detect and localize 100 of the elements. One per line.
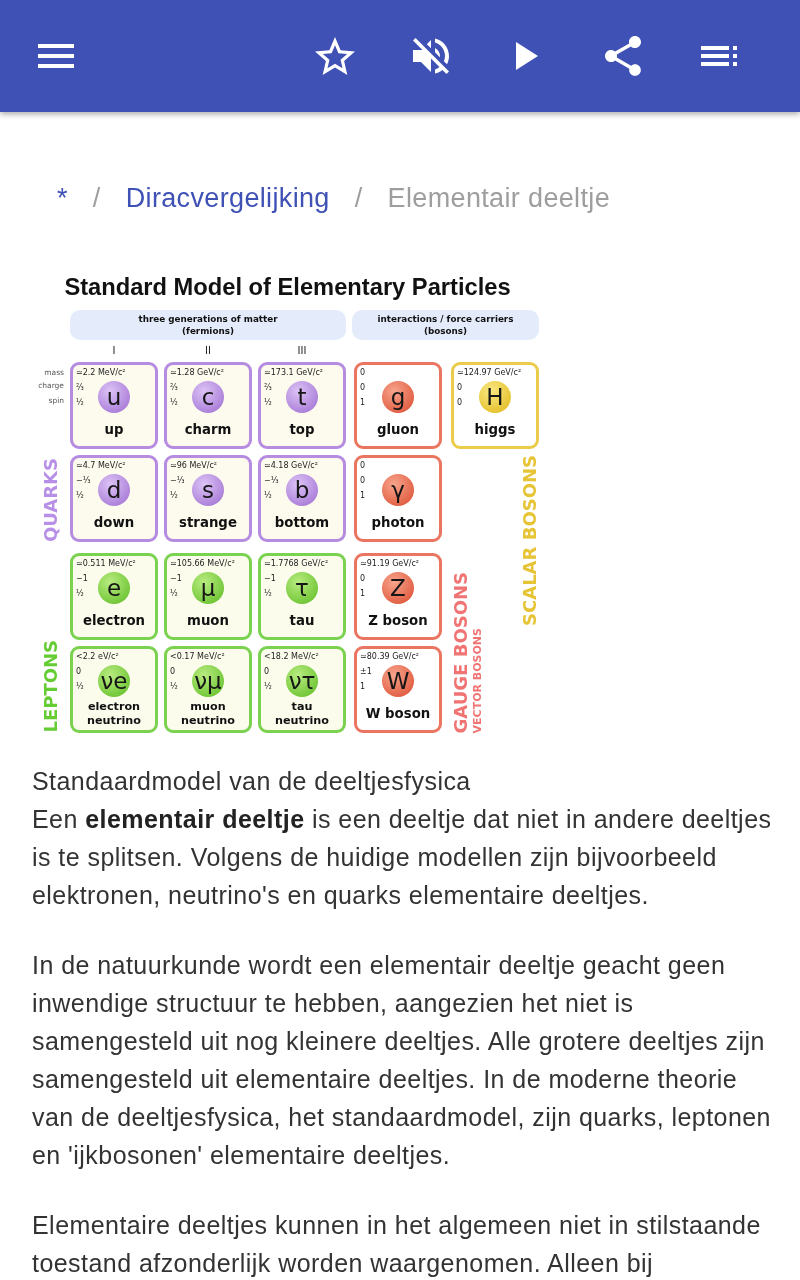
mass-value: ≃2.2 MeV/c² (76, 367, 126, 378)
diagram-title: Standard Model of Elementary Particles (64, 274, 511, 300)
mass-value: <0.17 MeV/c² (170, 651, 225, 662)
group-sublabel: (bosons) (423, 325, 468, 337)
charge-value: −1 (264, 573, 276, 585)
spin-value: ½ (264, 397, 272, 409)
charge-value: −1 (76, 573, 88, 585)
mass-value: ≃1.7768 GeV/c² (264, 558, 329, 569)
charge-value: 0 (170, 666, 176, 678)
paragraph: Elementaire deeltjes kunnen in het algemeen niet in stilstaande toestand afzonderlijk worden waargenomen. Alleen bij (32, 1210, 762, 1279)
breadcrumb-separator: / (354, 182, 363, 215)
breadcrumb-separator: / (92, 182, 101, 215)
charge-value: 0 (457, 382, 463, 394)
mass-value: ≃105.66 MeV/c² (170, 558, 235, 569)
particle-symbol: νμ (192, 665, 224, 697)
particle-symbol: ντ (286, 665, 318, 697)
group-label: interactions / force carriers (377, 313, 514, 325)
particle-symbol: s (192, 474, 224, 506)
spin-value: ½ (76, 490, 84, 502)
mass-value: <18.2 MeV/c² (264, 651, 319, 662)
particle-name: Z boson (368, 612, 428, 628)
spin-value: ½ (264, 681, 272, 693)
category-label: SCALAR BOSONS (521, 455, 539, 626)
particle-name: strange (179, 514, 237, 530)
spin-value: ½ (76, 681, 84, 693)
breadcrumb-link[interactable]: Diracvergelijking (125, 180, 330, 216)
charge-value: ±1 (360, 666, 372, 678)
particle-symbol: τ (286, 572, 318, 604)
particle-name: tau (289, 612, 315, 628)
charge-value: ⅔ (76, 382, 84, 394)
generation-numeral: III (297, 346, 307, 356)
particle-symbol: W (382, 665, 414, 697)
list-icon (701, 46, 737, 66)
particle-symbol: d (98, 474, 130, 506)
paragraph: Een elementair deeltje is een deeltje dat niet in andere deeltjes is te splitsen. Volgens de huidige modellen zijn bijvoorbeeld elektronen, neutrino's en quarks elementaire deeltjes. (32, 804, 772, 911)
charge-value: 0 (264, 666, 270, 678)
particle-name: gluon (376, 421, 420, 437)
category-label: GAUGE BOSONS (452, 571, 470, 733)
mass-value: 0 (360, 367, 366, 378)
spin-value: 1 (360, 681, 366, 693)
particle-symbol: g (382, 381, 414, 413)
particle-name: bottom (274, 514, 330, 530)
spin-value: ½ (170, 681, 178, 693)
particle-name: charm (184, 421, 232, 437)
charge-value: −⅓ (264, 475, 279, 487)
particle-symbol: t (286, 381, 318, 413)
mass-value: ≃1.28 GeV/c² (170, 367, 224, 378)
mass-value: ≃91.19 GeV/c² (360, 558, 420, 569)
spin-value: 1 (360, 490, 366, 502)
particle-symbol: c (192, 381, 224, 413)
breadcrumb-link[interactable]: * (57, 180, 68, 216)
mass-value: ≃96 MeV/c² (170, 460, 218, 471)
particle-symbol: u (98, 381, 130, 413)
spin-value: 1 (360, 397, 366, 409)
mass-value: ≃0.511 MeV/c² (76, 558, 136, 569)
particle-symbol: μ (192, 572, 224, 604)
charge-value: −⅓ (170, 475, 185, 487)
particle-name: muon (187, 612, 229, 628)
mass-value: ≃173.1 GeV/c² (264, 367, 324, 378)
spin-value: ½ (170, 588, 178, 600)
category-label: QUARKS (42, 457, 60, 542)
particle-name: top (289, 421, 315, 437)
mass-value: <2.2 eV/c² (76, 651, 119, 662)
spin-value: ½ (76, 588, 84, 600)
category-label: LEPTONS (42, 640, 60, 733)
share-icon (605, 36, 641, 76)
spin-value: ½ (264, 490, 272, 502)
particle-symbol: νe (98, 665, 130, 697)
spin-value: ½ (170, 397, 178, 409)
mass-value: ≃80.39 GeV/c² (360, 651, 420, 662)
particle-name: muon neutrino (180, 699, 236, 728)
figure-caption: Standaardmodel van de deeltjesfysica (32, 766, 471, 797)
particle-symbol: Z (382, 572, 414, 604)
particle-symbol: e (98, 572, 130, 604)
charge-value: 0 (76, 666, 82, 678)
particle-symbol: H (479, 381, 511, 413)
mass-value: ≃124.97 GeV/c² (457, 367, 522, 378)
subcategory-label: VECTOR BOSONS (472, 627, 483, 733)
particle-name: down (93, 514, 135, 530)
particle-name: electron neutrino (86, 699, 142, 728)
charge-value: 0 (360, 573, 366, 585)
spin-value: 0 (457, 397, 463, 409)
particle-symbol: b (286, 474, 318, 506)
mass-value: 0 (360, 460, 366, 471)
breadcrumb-current: Elementair deeltje (387, 182, 611, 215)
group-label: three generations of matter (138, 313, 278, 325)
particle-name: higgs (474, 421, 516, 437)
group-sublabel: (fermions) (182, 325, 234, 337)
spin-value: 1 (360, 588, 366, 600)
generation-numeral: I (112, 346, 116, 356)
spin-value: ½ (170, 490, 178, 502)
particle-name: up (104, 421, 124, 437)
particle-name: photon (371, 514, 425, 530)
charge-value: ⅔ (264, 382, 272, 394)
charge-value: 0 (360, 382, 366, 394)
particle-name: electron (83, 612, 145, 628)
mass-value: ≃4.7 MeV/c² (76, 460, 126, 471)
menu-icon (38, 44, 74, 68)
generation-numeral: II (205, 346, 211, 356)
spin-value: ½ (264, 588, 272, 600)
